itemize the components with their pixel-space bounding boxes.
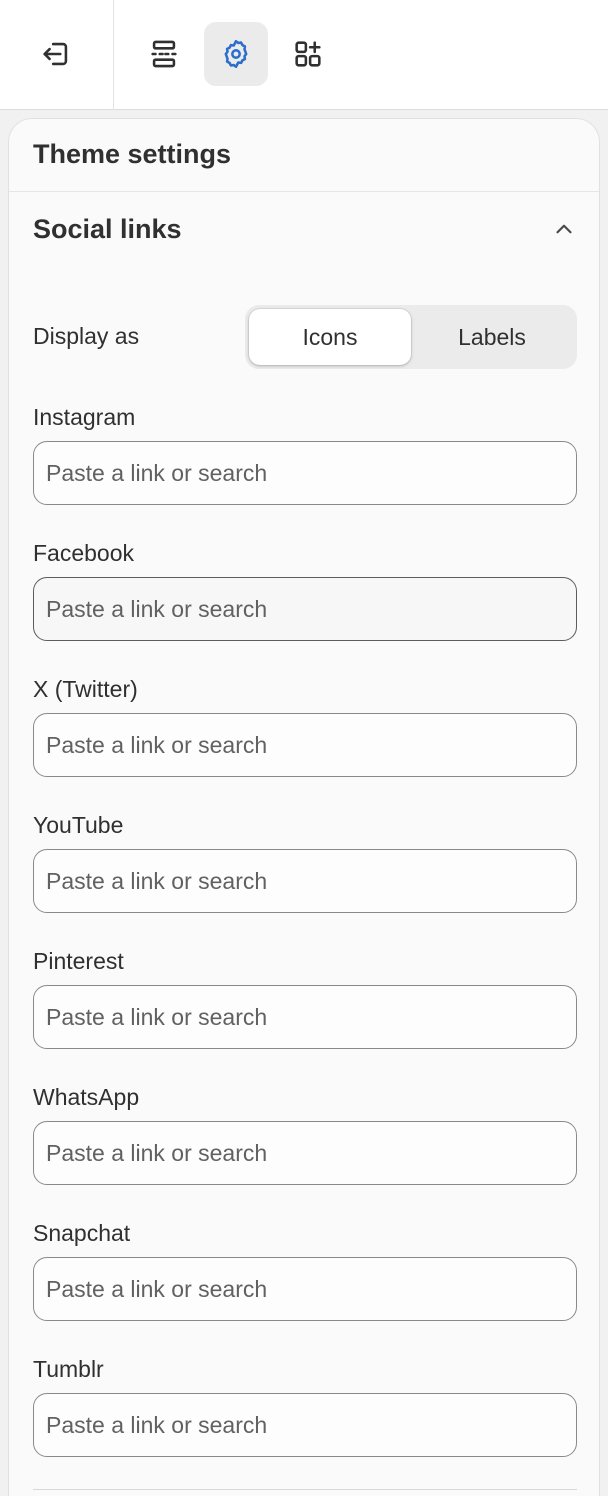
snapchat-input[interactable] <box>33 1257 577 1321</box>
section-title: Social links <box>33 213 182 244</box>
instagram-field: Instagram <box>33 403 577 505</box>
youtube-field: YouTube <box>33 811 577 913</box>
x-twitter-input[interactable] <box>33 713 577 777</box>
theme-settings-button[interactable] <box>204 22 268 86</box>
pinterest-input[interactable] <box>33 985 577 1049</box>
display-as-label: Display as <box>33 323 140 349</box>
sections-icon <box>151 40 177 68</box>
instagram-input[interactable] <box>33 441 577 505</box>
pinterest-field: Pinterest <box>33 947 577 1049</box>
theme-settings-panel: Theme settings Social links Display as I… <box>8 118 600 1496</box>
facebook-input[interactable] <box>33 577 577 641</box>
section-divider <box>33 1489 577 1490</box>
facebook-field: Facebook <box>33 539 577 641</box>
instagram-label: Instagram <box>33 404 136 430</box>
display-option-labels[interactable]: Labels <box>411 309 573 365</box>
chevron-up-icon[interactable] <box>551 216 577 242</box>
display-option-icons[interactable]: Icons <box>249 309 411 365</box>
snapchat-label: Snapchat <box>33 1220 131 1246</box>
tumblr-label: Tumblr <box>33 1356 104 1382</box>
toolbar-divider <box>113 0 114 110</box>
exit-button[interactable] <box>24 22 88 86</box>
tumblr-input[interactable] <box>33 1393 577 1457</box>
title-divider <box>9 191 599 192</box>
social-links-header[interactable]: Social links <box>33 209 577 249</box>
sections-button[interactable] <box>132 22 196 86</box>
tumblr-field: Tumblr <box>33 1355 577 1457</box>
top-toolbar <box>0 0 608 110</box>
youtube-input[interactable] <box>33 849 577 913</box>
whatsapp-label: WhatsApp <box>33 1084 140 1110</box>
whatsapp-input[interactable] <box>33 1121 577 1185</box>
facebook-label: Facebook <box>33 540 135 566</box>
youtube-label: YouTube <box>33 812 124 838</box>
apps-button[interactable] <box>276 22 340 86</box>
snapchat-field: Snapchat <box>33 1219 577 1321</box>
page-title: Theme settings <box>33 139 232 169</box>
whatsapp-field: WhatsApp <box>33 1083 577 1185</box>
exit-icon <box>43 42 68 66</box>
x-twitter-label: X (Twitter) <box>33 676 138 702</box>
display-as-row: Display as Icons Labels <box>33 305 577 369</box>
gear-icon <box>224 39 248 69</box>
pinterest-label: Pinterest <box>33 948 124 974</box>
apps-icon <box>295 41 321 67</box>
display-as-segmented-control: Icons Labels <box>245 305 577 369</box>
x-twitter-field: X (Twitter) <box>33 675 577 777</box>
